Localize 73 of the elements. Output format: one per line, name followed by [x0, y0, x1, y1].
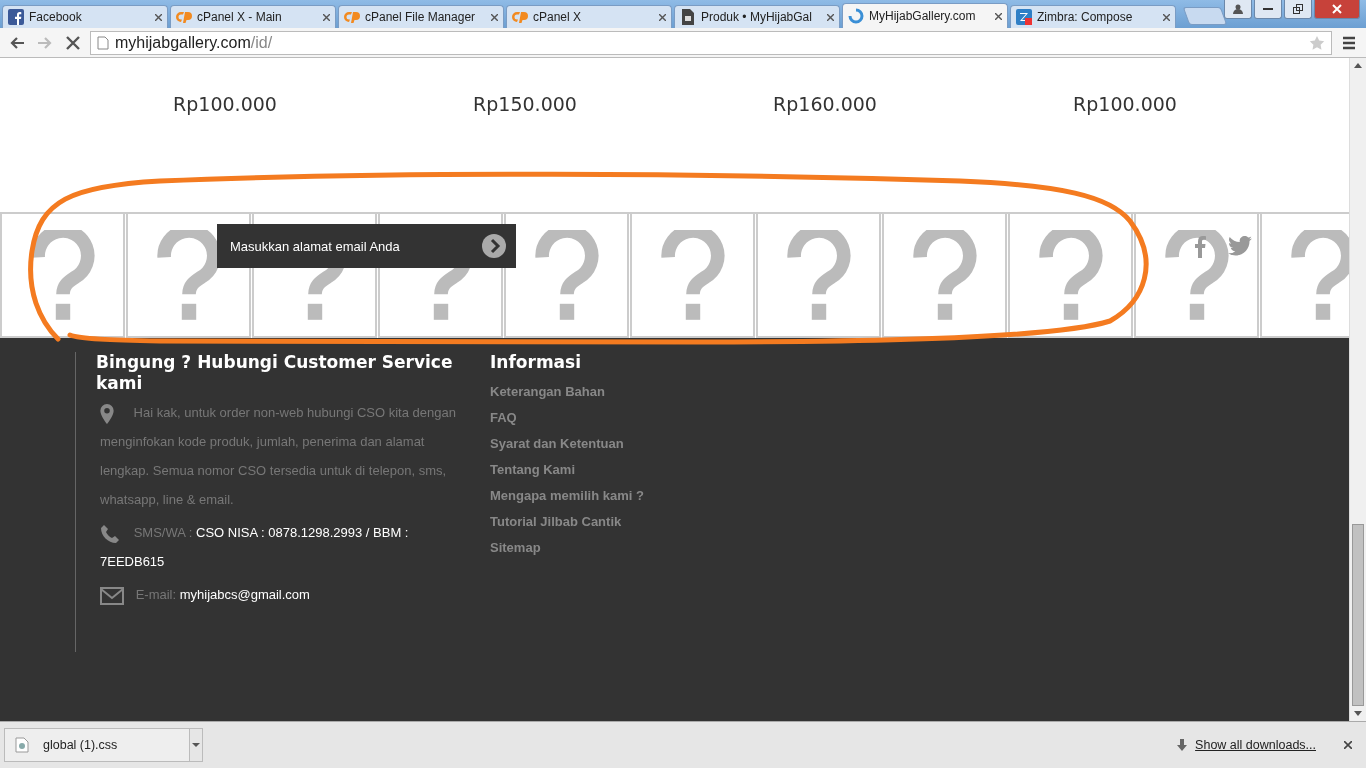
footer-link[interactable]: Mengapa memilih kami ?: [490, 483, 644, 509]
facebook-icon: [8, 9, 24, 25]
restore-icon: [1293, 4, 1303, 14]
product-price: Rp150.000: [473, 93, 577, 115]
scroll-up-icon[interactable]: [1354, 63, 1362, 68]
close-tab-icon[interactable]: [995, 12, 1002, 20]
scrollbar[interactable]: [1349, 58, 1366, 721]
person-icon: [1233, 4, 1243, 14]
browser-tab[interactable]: MyHijabGallery.com: [842, 3, 1008, 28]
footer-link[interactable]: Tutorial Jilbab Cantik: [490, 509, 622, 535]
url-text: myhijabgallery.com/id/: [115, 33, 274, 52]
cpanel-icon: [344, 9, 360, 25]
footer-link[interactable]: FAQ: [490, 405, 517, 431]
close-icon: [1332, 4, 1342, 14]
close-tab-icon[interactable]: [323, 13, 330, 21]
info-heading: Informasi: [490, 352, 582, 373]
user-button[interactable]: [1224, 0, 1252, 19]
minimize-icon: [1263, 8, 1273, 10]
loading-spinner-icon: [848, 8, 864, 24]
question-mark-icon: [156, 230, 221, 320]
question-mark-icon: [534, 230, 599, 320]
footer-link[interactable]: Keterangan Bahan: [490, 379, 605, 405]
question-mark-icon: [660, 230, 725, 320]
page-icon: [97, 35, 109, 50]
browser-tab[interactable]: Produk • MyHijabGal: [674, 5, 840, 28]
mail-icon: [100, 586, 124, 605]
browser-tab[interactable]: cPanel X: [506, 5, 672, 28]
caret-icon: [192, 743, 200, 747]
phone-icon: [100, 523, 120, 544]
product-price: Rp100.000: [173, 93, 277, 115]
twitter-icon[interactable]: [1228, 236, 1252, 256]
show-all-downloads-link[interactable]: Show all downloads...: [1195, 738, 1316, 752]
email-field[interactable]: Masukkan alamat email Anda: [217, 224, 516, 268]
file-gear-icon: [15, 737, 29, 753]
contact-heading: Bingung ? Hubungi Customer Service kami: [96, 352, 454, 394]
map-pin-icon: [100, 403, 114, 424]
cpanel-icon: [512, 9, 528, 25]
close-tab-icon[interactable]: [491, 13, 498, 21]
address-bar[interactable]: myhijabgallery.com/id/: [90, 30, 1332, 55]
browser-tab[interactable]: cPanel X - Main: [170, 5, 336, 28]
facebook-icon[interactable]: [1194, 236, 1206, 258]
restore-button[interactable]: [1284, 0, 1312, 19]
footer-link[interactable]: Sitemap: [490, 535, 541, 561]
question-mark-icon: [786, 230, 851, 320]
scrollbar-thumb[interactable]: [1352, 524, 1364, 706]
bookmark-star-icon[interactable]: [1309, 34, 1325, 51]
close-icon[interactable]: [1344, 741, 1352, 749]
product-price: Rp160.000: [773, 93, 877, 115]
footer-link[interactable]: Tentang Kami: [490, 457, 575, 483]
browser-tab[interactable]: cPanel File Manager: [338, 5, 504, 28]
minimize-button[interactable]: [1254, 0, 1282, 19]
download-item[interactable]: global (1).css: [4, 728, 189, 762]
document-icon: [680, 9, 696, 25]
download-arrow-icon: [1177, 739, 1188, 751]
question-mark-icon: [1038, 230, 1103, 320]
contact-email-text: E-mail: myhijabcs@gmail.com: [100, 580, 460, 609]
product-price: Rp100.000: [1073, 93, 1177, 115]
close-window-button[interactable]: [1314, 0, 1360, 19]
close-tab-icon[interactable]: [1163, 13, 1170, 21]
browser-tab[interactable]: Facebook: [2, 5, 168, 28]
close-tab-icon[interactable]: [659, 13, 666, 21]
question-mark-icon: [912, 230, 977, 320]
browser-tab[interactable]: Zimbra: Compose: [1010, 5, 1176, 28]
zimbra-icon: [1016, 9, 1032, 25]
cpanel-icon: [176, 9, 192, 25]
footer-link[interactable]: Syarat dan Ketentuan: [490, 431, 624, 457]
scroll-down-icon[interactable]: [1354, 711, 1362, 716]
close-tab-icon[interactable]: [155, 13, 162, 21]
download-options-button[interactable]: [189, 728, 203, 762]
question-mark-icon: [1290, 230, 1349, 320]
close-tab-icon[interactable]: [827, 13, 834, 21]
contact-address-text: Hai kak, untuk order non-web hubungi CSO kita dengan menginfokan kode produk, jumlah, penerima dan alamat lengkap. Semua nomor CSO tersedia untuk di telepon, sms, whatsapp, line & email.: [100, 402, 457, 509]
question-mark-icon: [1164, 230, 1229, 320]
